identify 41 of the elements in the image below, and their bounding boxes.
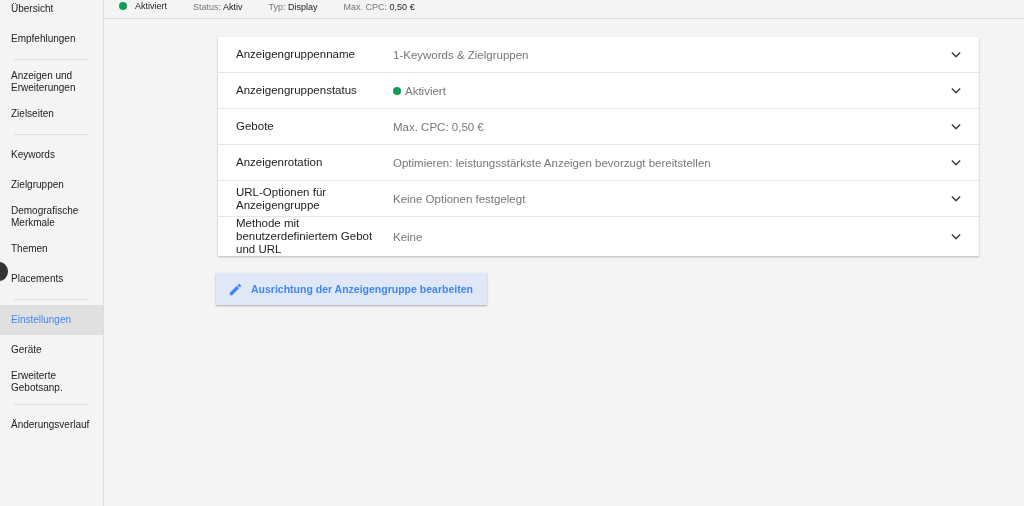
pencil-icon: [228, 281, 243, 297]
chevron-down-icon[interactable]: [951, 51, 961, 58]
chevron-down-icon[interactable]: [951, 159, 961, 166]
sidebar-item[interactable]: Themen: [11, 234, 103, 264]
sidebar-item[interactable]: Erweiterte Gebotsanp.: [11, 365, 103, 399]
sidebar-item[interactable]: Zielseiten: [11, 99, 103, 129]
setting-row[interactable]: Methode mit benutzerdefiniertem Gebot und URL Keine: [218, 217, 979, 256]
sidebar-item[interactable]: Zielgruppen: [11, 170, 103, 200]
status-label: Aktiviert: [135, 1, 167, 11]
setting-label: Anzeigengruppenstatus: [236, 84, 358, 97]
sidebar-item[interactable]: Demografische Merkmale: [11, 200, 103, 234]
setting-row[interactable]: Anzeigenrotation Optimieren: leistungsstärkste Anzeigen bevorzugt bereitstellen: [218, 145, 979, 181]
chevron-down-icon[interactable]: [951, 233, 961, 240]
sidebar-item[interactable]: Anzeigen und Erweiterungen: [11, 65, 103, 99]
sidebar-item[interactable]: Änderungsverlauf: [11, 410, 103, 440]
chevron-down-icon[interactable]: [951, 123, 961, 130]
setting-label: Gebote: [236, 120, 275, 133]
setting-label: Anzeigenrotation: [236, 156, 324, 169]
chevron-down-icon[interactable]: [951, 87, 961, 94]
setting-value: Keine Optionen festgelegt: [393, 192, 526, 205]
setting-label: URL-Optionen für Anzeigengruppe: [236, 185, 328, 212]
setting-value: Keine: [393, 230, 423, 243]
setting-row[interactable]: Gebote Max. CPC: 0,50 €: [218, 109, 979, 145]
sidebar-item[interactable]: Keywords: [11, 140, 103, 170]
setting-value: Aktiviert: [405, 84, 446, 97]
chevron-down-icon[interactable]: [951, 195, 961, 202]
setting-value: Max. CPC: 0,50 €: [393, 120, 484, 133]
setting-row[interactable]: URL-Optionen für Anzeigengruppe Keine Optionen festgelegt: [218, 181, 979, 217]
summary-fact: Typ: Display: [268, 2, 318, 12]
sidebar-item[interactable]: Placements: [11, 264, 103, 294]
sidebar-item[interactable]: Übersicht: [11, 0, 103, 24]
sidebar-item[interactable]: Geräte: [11, 335, 103, 365]
setting-row[interactable]: Anzeigengruppenname 1-Keywords & Zielgruppen: [218, 37, 979, 73]
summary-fact: Status: Aktiv: [193, 2, 243, 12]
sidebar-item[interactable]: Empfehlungen: [11, 24, 103, 54]
setting-label: Methode mit benutzerdefiniertem Gebot und URL: [236, 217, 374, 256]
setting-label: Anzeigengruppenname: [236, 48, 356, 61]
setting-value: Optimieren: leistungsstärkste Anzeigen bevorzugt bereitstellen: [393, 156, 711, 169]
summary-fact: Max. CPC: 0,50 €: [343, 2, 415, 12]
setting-value: 1-Keywords & Zielgruppen: [393, 48, 529, 61]
setting-row[interactable]: Anzeigengruppenstatus Aktiviert: [218, 73, 979, 109]
